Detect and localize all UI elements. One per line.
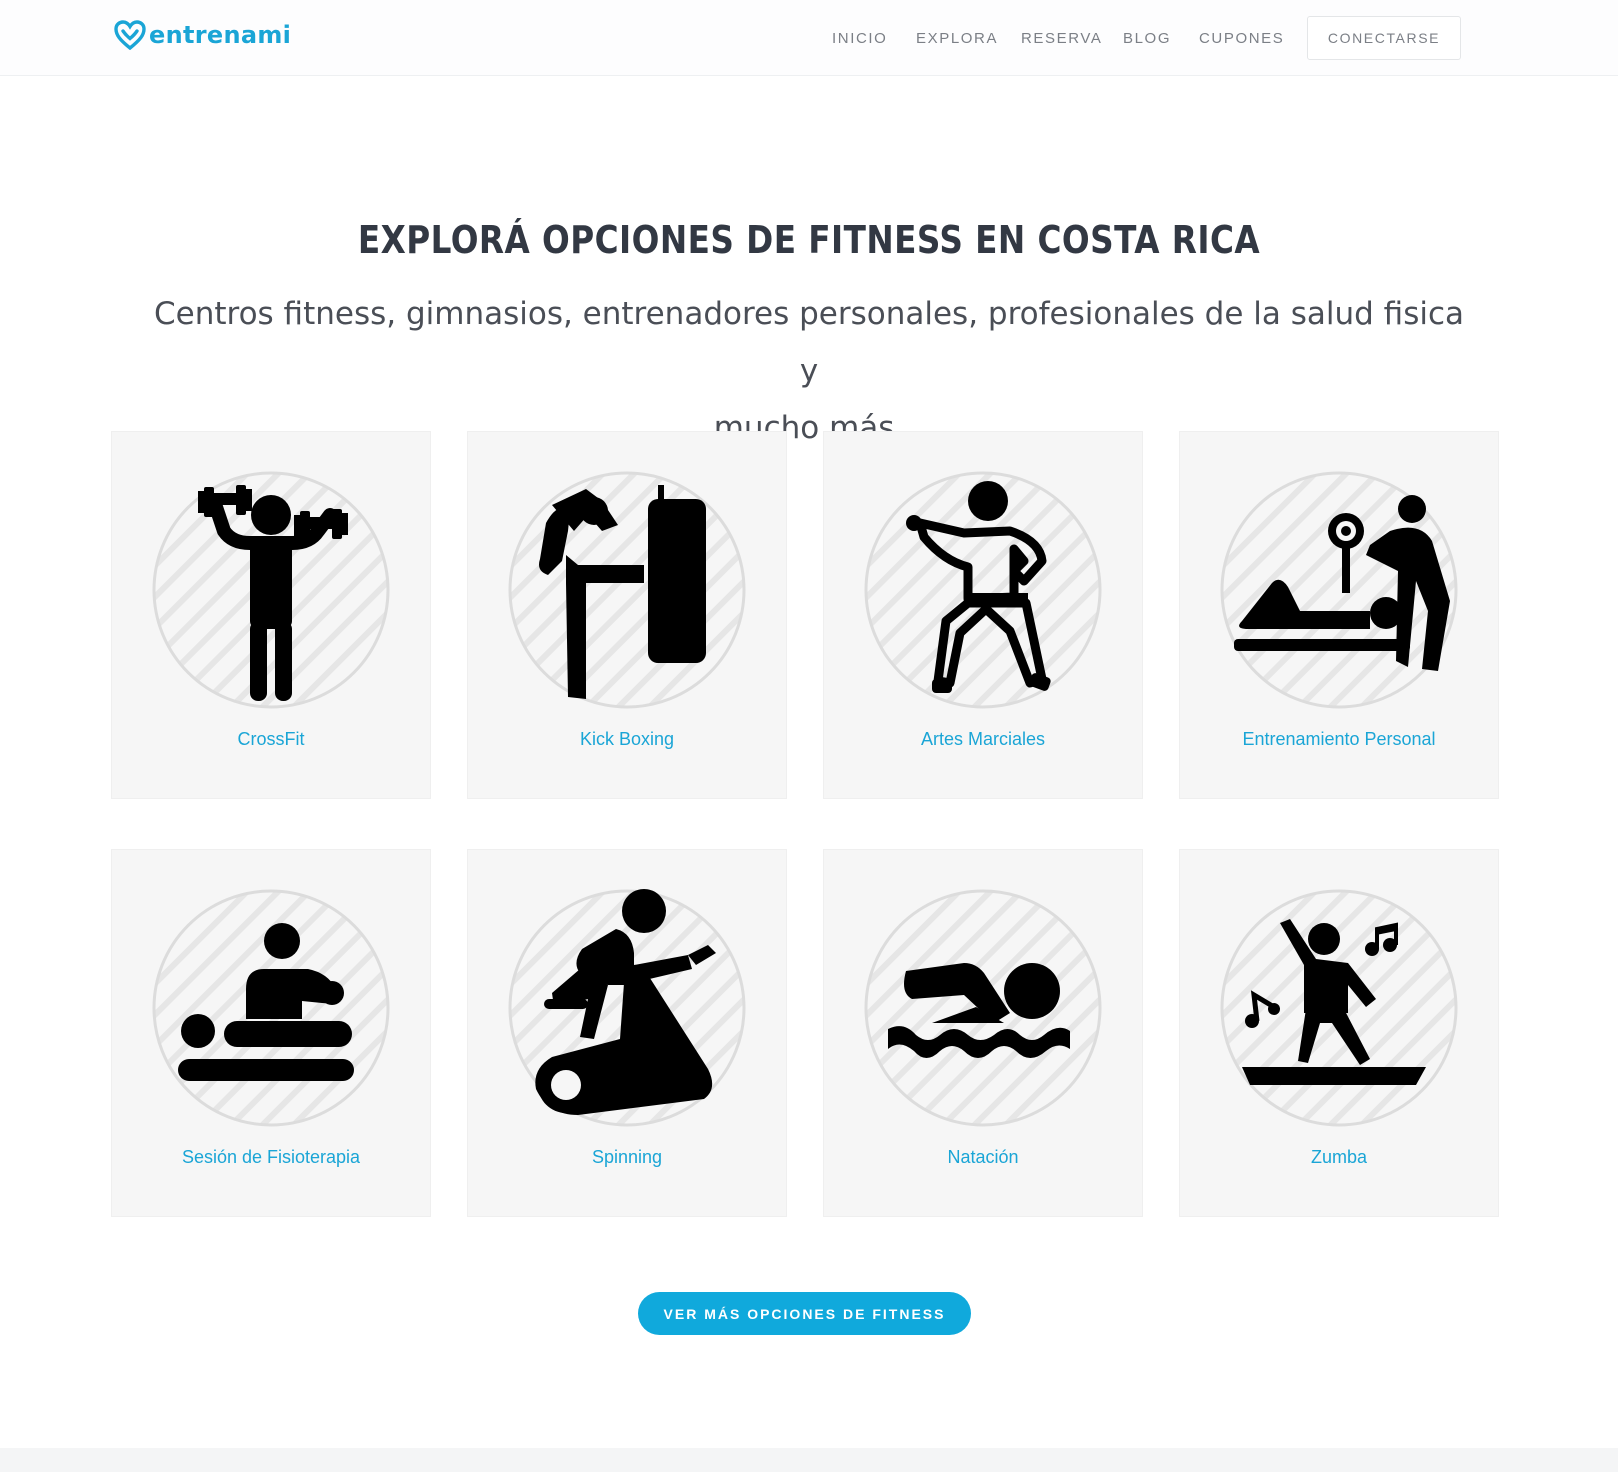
weightlifter-icon [152, 471, 390, 709]
card-label: Sesión de Fisioterapia [181, 1147, 361, 1167]
footer-strip [0, 1448, 1618, 1472]
category-card-kickboxing[interactable]: Kick Boxing [467, 431, 787, 799]
subtitle-line-1: Centros fitness, gimnasios, entrenadores… [153, 296, 1465, 389]
card-label: Natación [947, 1147, 1019, 1167]
nav-blog[interactable]: BLOG [1123, 30, 1171, 47]
brand-name: entrenami [149, 21, 292, 49]
category-card-entrenamiento-personal[interactable]: Entrenamiento Personal [1179, 431, 1499, 799]
card-label: Artes Marciales [920, 729, 1046, 749]
category-card-zumba[interactable]: Zumba [1179, 849, 1499, 1217]
personal-trainer-icon [1220, 471, 1458, 709]
category-card-natacion[interactable]: Natación [823, 849, 1143, 1217]
category-card-fisioterapia[interactable]: Sesión de Fisioterapia [111, 849, 431, 1217]
category-card-spinning[interactable]: Spinning [467, 849, 787, 1217]
nav-cupones[interactable]: CUPONES [1199, 30, 1284, 47]
swimmer-icon [864, 889, 1102, 1127]
card-label: CrossFit [237, 729, 305, 749]
more-options-button[interactable]: VER MÁS OPCIONES DE FITNESS [638, 1292, 971, 1335]
dancer-icon [1220, 889, 1458, 1127]
nav-reserva[interactable]: RESERVA [1021, 30, 1103, 47]
category-card-crossfit[interactable]: CrossFit [111, 431, 431, 799]
nav-explora[interactable]: EXPLORA [916, 30, 998, 47]
spinning-bike-icon [508, 889, 746, 1127]
category-card-artes-marciales[interactable]: Artes Marciales [823, 431, 1143, 799]
physiotherapy-icon [152, 889, 390, 1127]
karate-icon [864, 471, 1102, 709]
heart-logo-icon [114, 20, 146, 50]
kickboxing-icon [508, 471, 746, 709]
card-label: Zumba [1310, 1147, 1368, 1167]
page-title: EXPLORÁ OPCIONES DE FITNESS EN COSTA RIC… [357, 218, 1261, 262]
connect-button[interactable]: CONECTARSE [1307, 16, 1461, 60]
nav-inicio[interactable]: INICIO [832, 30, 887, 47]
logo-link[interactable]: entrenami [114, 20, 291, 50]
card-label: Entrenamiento Personal [1242, 729, 1436, 749]
site-header: entrenami INICIO EXPLORA RESERVA BLOG CU… [0, 0, 1618, 76]
card-label: Kick Boxing [579, 729, 675, 749]
card-label: Spinning [591, 1147, 663, 1167]
